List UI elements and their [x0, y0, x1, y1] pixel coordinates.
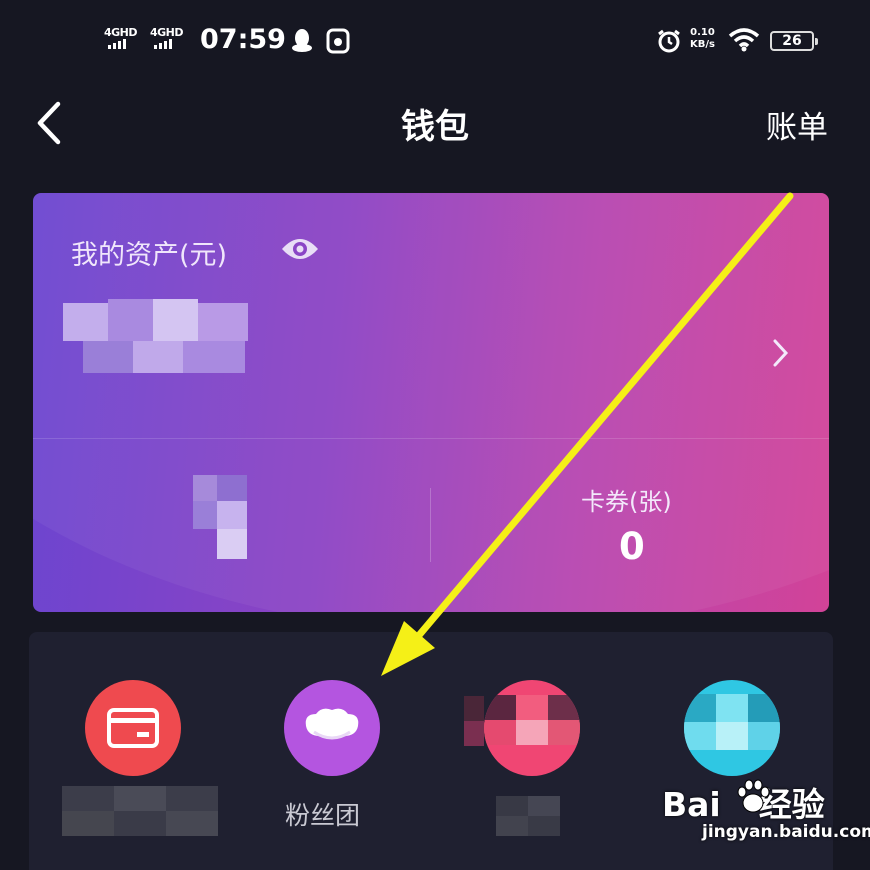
battery-icon: 26 [770, 31, 818, 51]
service-button-4[interactable] [684, 680, 780, 776]
speed-unit: KB/s [690, 39, 715, 50]
page-title: 钱包 [401, 107, 469, 147]
eye-icon[interactable] [280, 235, 320, 263]
speed-value: 0.10 [690, 27, 715, 38]
coupon-label: 卡券(张) [581, 488, 672, 516]
card-divider-vertical [430, 488, 431, 562]
coupon-value: 0 [619, 525, 645, 568]
service-button-3[interactable] [484, 680, 580, 776]
blurred-icon [684, 694, 780, 750]
watermark-brand-prefix: Bai [662, 785, 721, 824]
wifi-icon [728, 28, 760, 52]
blurred-icon [484, 695, 580, 745]
asset-label: 我的资产(元) [71, 240, 228, 271]
service-card-button[interactable] [85, 680, 181, 776]
status-time: 07:59 [200, 24, 286, 55]
baidu-paw-icon [737, 779, 770, 813]
battery-level: 26 [782, 33, 802, 49]
network-type-1: 4GHD [104, 26, 138, 39]
fan-club-label[interactable]: 粉丝团 [285, 796, 360, 832]
card-icon [107, 708, 159, 748]
network-speed: 0.10 KB/s [690, 27, 715, 51]
network-type-2: 4GHD [150, 26, 184, 39]
blurred-edge [464, 696, 484, 746]
status-bar: 4GHD 4GHD 07:59 0.10 KB/s 26 [0, 0, 870, 84]
baidu-watermark: Bai 经验 jingyan.baidu.com [660, 778, 870, 854]
service-label-redacted [62, 786, 218, 836]
app-notification-icon [326, 28, 350, 54]
service-label-redacted-3 [496, 796, 560, 836]
asset-amount-redacted [63, 293, 253, 375]
qq-icon [292, 29, 312, 52]
signal-icon-sim2: 4GHD [150, 26, 188, 54]
fan-club-icon [305, 708, 359, 740]
chevron-right-icon[interactable] [771, 337, 791, 369]
fan-club-button[interactable] [284, 680, 380, 776]
card-divider [33, 438, 829, 439]
watermark-url: jingyan.baidu.com [702, 822, 870, 842]
alarm-icon [658, 29, 680, 53]
asset-card[interactable]: 我的资产(元) 卡券(张) 0 [33, 193, 829, 612]
bill-button[interactable]: 账单 [766, 102, 828, 147]
signal-icon-sim1: 4GHD [104, 26, 142, 54]
balance-redacted [183, 475, 263, 559]
